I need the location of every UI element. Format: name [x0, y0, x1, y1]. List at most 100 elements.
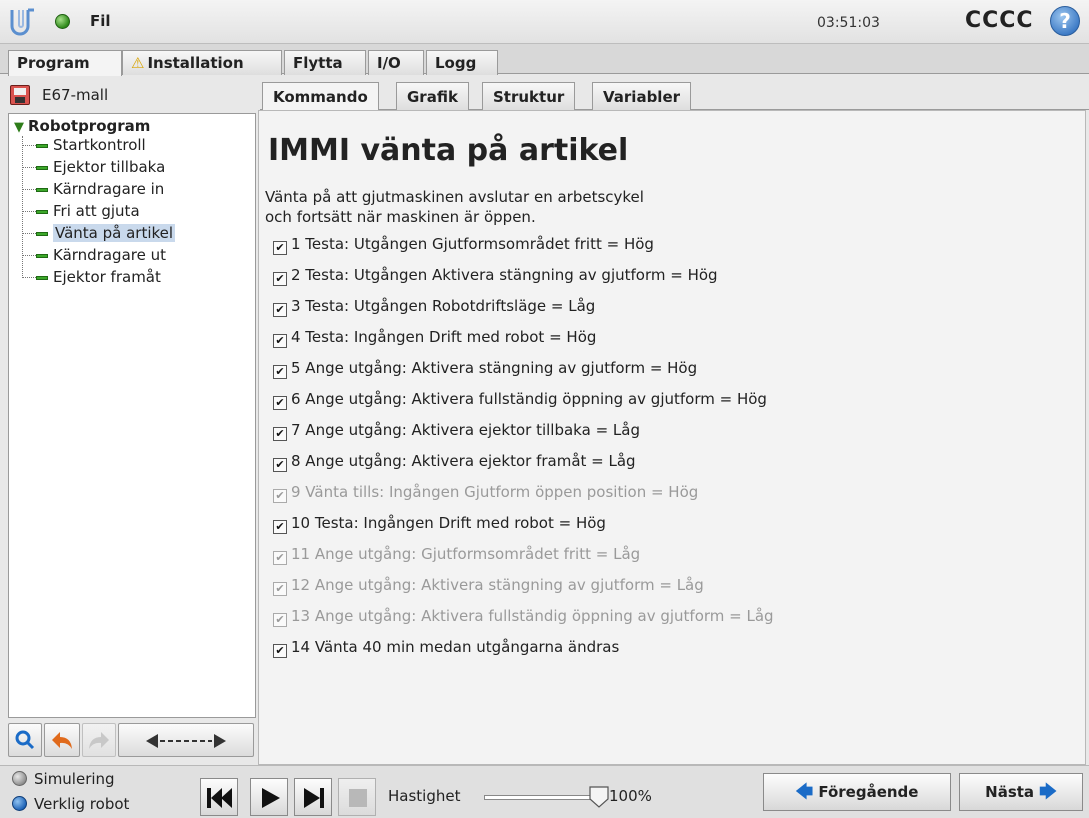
description: Vänta på att gjutmaskinen avslutar en ar… [265, 187, 644, 227]
node-icon [36, 209, 48, 214]
checkbox-label: 12 Ange utgång: Aktivera stängning av gj… [291, 576, 704, 594]
previous-label: Föregående [818, 783, 919, 801]
checkbox[interactable]: ✔ [273, 334, 287, 348]
checkbox: ✔ [273, 551, 287, 565]
tree-item-karndragare-ut[interactable]: Kärndragare ut [22, 246, 166, 268]
robot-status-icon [55, 14, 70, 29]
checkbox-item-14[interactable]: ✔ 14 Vänta 40 min medan utgångarna ändras [273, 638, 619, 669]
tab-move[interactable]: Flytta [284, 50, 366, 75]
clock: 03:51:03 [817, 15, 880, 31]
checkbox-item-9: ✔ 9 Vänta tills: Ingången Gjutform öppen … [273, 483, 698, 514]
tree-item-fri-att-gjuta[interactable]: Fri att gjuta [22, 202, 140, 224]
slider-handle-icon[interactable] [589, 786, 609, 808]
checkbox-item-5[interactable]: ✔ 5 Ange utgång: Aktivera stängning av gj… [273, 359, 697, 390]
save-icon[interactable] [10, 85, 30, 105]
checkbox-item-8[interactable]: ✔ 8 Ange utgång: Aktivera ejektor framåt … [273, 452, 636, 483]
checkbox[interactable]: ✔ [273, 520, 287, 534]
tree-item-karndragare-in[interactable]: Kärndragare in [22, 180, 164, 202]
checkbox-label: 13 Ange utgång: Aktivera fullständig öpp… [291, 607, 774, 625]
tab-io[interactable]: I/O [368, 50, 424, 75]
speed-slider[interactable] [484, 795, 598, 800]
radio-label: Verklig robot [34, 795, 130, 813]
tree-toolbar [8, 723, 256, 759]
file-menu[interactable]: Fil [90, 12, 111, 30]
help-icon[interactable]: ? [1050, 6, 1080, 36]
title-bar: Fil 03:51:03 CCCC ? [0, 0, 1089, 44]
simulation-option[interactable]: Simulering [12, 770, 115, 792]
tab-installation[interactable]: ⚠ Installation [122, 50, 282, 75]
previous-button[interactable]: 🡄 Föregående [763, 773, 951, 811]
tab-graphics[interactable]: Grafik [396, 82, 469, 110]
checkbox[interactable]: ✔ [273, 365, 287, 379]
program-name-row: E67-mall [8, 82, 256, 108]
checkbox-item-7[interactable]: ✔ 7 Ange utgång: Aktivera ejektor tillbak… [273, 421, 640, 452]
checkbox-item-4[interactable]: ✔ 4 Testa: Ingången Drift med robot = Hög [273, 328, 596, 359]
checkbox[interactable]: ✔ [273, 272, 287, 286]
checkbox-label: 8 Ange utgång: Aktivera ejektor framåt =… [291, 452, 636, 470]
tree-item-ejektor-framat[interactable]: Ejektor framåt [22, 268, 161, 290]
checkbox-item-6[interactable]: ✔ 6 Ange utgång: Aktivera fullständig öpp… [273, 390, 767, 421]
checkbox-item-1[interactable]: ✔ 1 Testa: Utgången Gjutformsområdet frit… [273, 235, 654, 266]
tree-item-startkontroll[interactable]: Startkontroll [22, 136, 146, 158]
stop-button[interactable] [338, 778, 376, 816]
tree-item-label: Kärndragare in [53, 180, 165, 198]
radio-button[interactable] [12, 771, 27, 786]
redo-button[interactable] [82, 723, 116, 757]
tab-command[interactable]: Kommando [262, 82, 379, 110]
checkbox-item-2[interactable]: ✔ 2 Testa: Utgången Aktivera stängning av… [273, 266, 718, 297]
node-icon [36, 231, 48, 236]
checkbox-item-12: ✔ 12 Ange utgång: Aktivera stängning av g… [273, 576, 704, 607]
checkbox[interactable]: ✔ [273, 427, 287, 441]
tree-item-ejektor-tillbaka[interactable]: Ejektor tillbaka [22, 158, 165, 180]
checkbox-label: 5 Ange utgång: Aktivera stängning av gju… [291, 359, 698, 377]
checkbox[interactable]: ✔ [273, 396, 287, 410]
undo-button[interactable] [44, 723, 80, 757]
checkbox[interactable]: ✔ [273, 458, 287, 472]
tree-item-label: Fri att gjuta [53, 202, 140, 220]
checkbox-label: 4 Testa: Ingången Drift med robot = Hög [291, 328, 597, 346]
tree-item-label: Startkontroll [53, 136, 146, 154]
play-button[interactable] [250, 778, 288, 816]
tree-item-vanta-pa-artikel[interactable]: Vänta på artikel [22, 224, 176, 246]
node-icon [36, 165, 48, 170]
checkbox-label: 11 Ange utgång: Gjutformsområdet fritt =… [291, 545, 641, 563]
checkbox-label: 9 Vänta tills: Ingången Gjutform öppen p… [291, 483, 699, 501]
tab-program[interactable]: Program [8, 50, 122, 76]
speed-label: Hastighet [388, 787, 461, 805]
speed-value: 100% [609, 787, 652, 805]
checkbox[interactable]: ✔ [273, 303, 287, 317]
search-icon [15, 730, 35, 750]
description-line: Vänta på att gjutmaskinen avslutar en ar… [265, 188, 644, 206]
move-arrows-icon [146, 734, 226, 748]
next-button[interactable]: Nästa 🡆 [959, 773, 1083, 811]
tab-log[interactable]: Logg [426, 50, 498, 75]
expand-triangle-icon[interactable]: ▼ [14, 120, 24, 135]
node-icon [36, 275, 48, 280]
tab-structure[interactable]: Struktur [482, 82, 576, 110]
node-icon [36, 253, 48, 258]
checkbox-item-10[interactable]: ✔ 10 Testa: Ingången Drift med robot = Hö… [273, 514, 606, 545]
rewind-button[interactable] [200, 778, 238, 816]
stop-icon [349, 789, 367, 807]
checkbox-item-3[interactable]: ✔ 3 Testa: Utgången Robotdriftsläge = Låg [273, 297, 595, 328]
radio-button[interactable] [12, 796, 27, 811]
real-robot-option[interactable]: Verklig robot [12, 795, 129, 817]
checkbox: ✔ [273, 489, 287, 503]
checkbox[interactable]: ✔ [273, 644, 287, 658]
tab-variables[interactable]: Variabler [592, 82, 692, 110]
sub-tab-bar: Kommando Grafik Struktur Variabler [260, 80, 1089, 110]
checkbox-label: 6 Ange utgång: Aktivera fullständig öppn… [291, 390, 767, 408]
step-button[interactable] [294, 778, 332, 816]
search-button[interactable] [8, 723, 42, 757]
tree-item-label: Ejektor framåt [53, 268, 161, 286]
checkbox-label: 1 Testa: Utgången Gjutformsområdet fritt… [291, 235, 654, 253]
checkbox-label: 7 Ange utgång: Aktivera ejektor tillbaka… [291, 421, 640, 439]
checkbox: ✔ [273, 613, 287, 627]
skip-forward-icon [304, 788, 324, 808]
skip-back-icon [207, 788, 232, 808]
checkbox[interactable]: ✔ [273, 241, 287, 255]
tab-label: Program [17, 54, 90, 72]
tab-label: Variabler [603, 88, 681, 106]
tree-root[interactable]: ▼ Robotprogram [14, 117, 150, 135]
move-node-button[interactable] [118, 723, 254, 757]
